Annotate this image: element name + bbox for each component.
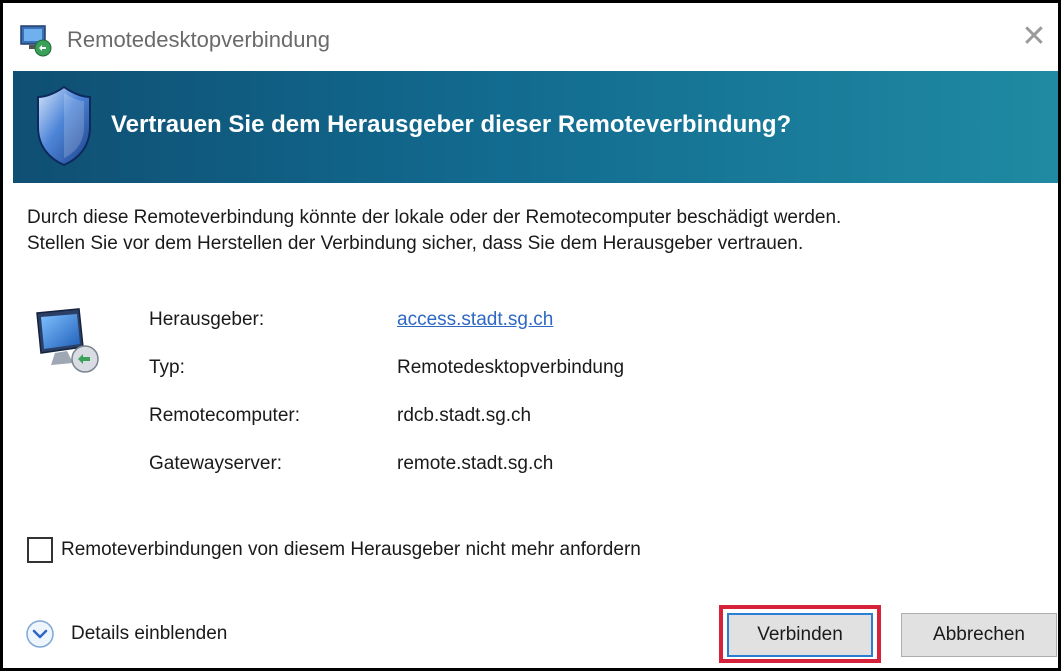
remote-computer-label: Remotecomputer: xyxy=(149,405,301,426)
dont-ask-again-label[interactable]: Remoteverbindungen von diesem Herausgebe… xyxy=(61,539,641,561)
close-button[interactable]: ✕ xyxy=(1014,17,1054,57)
type-value: Remotedesktopverbindung xyxy=(397,357,625,378)
details-label[interactable]: Details einblenden xyxy=(71,623,227,645)
warning-line-2: Stellen Sie vor dem Herstellen der Verbi… xyxy=(27,233,804,254)
publisher-label: Herausgeber: xyxy=(149,309,265,330)
cancel-button[interactable]: Abbrechen xyxy=(901,613,1057,657)
warning-line-1: Durch diese Remoteverbindung könnte der … xyxy=(27,207,842,228)
details-toggle[interactable]: Details einblenden xyxy=(25,619,227,649)
chevron-down-icon[interactable] xyxy=(25,619,55,649)
gateway-value: remote.stadt.sg.ch xyxy=(397,453,554,474)
publisher-link[interactable]: access.stadt.sg.ch xyxy=(397,309,553,331)
dont-ask-again-checkbox[interactable] xyxy=(27,537,53,563)
trust-banner: Vertrauen Sie dem Herausgeber dieser Rem… xyxy=(13,71,1058,183)
shield-icon xyxy=(37,85,91,167)
warning-text: Durch diese Remoteverbindung könnte der … xyxy=(27,205,1037,257)
remote-desktop-icon xyxy=(20,25,52,57)
connect-button[interactable]: Verbinden xyxy=(727,613,873,657)
close-icon: ✕ xyxy=(1021,20,1047,53)
monitor-icon xyxy=(36,308,99,373)
type-label: Typ: xyxy=(149,357,185,378)
title-bar: Remotedesktopverbindung ✕ xyxy=(3,3,1058,71)
banner-question: Vertrauen Sie dem Herausgeber dieser Rem… xyxy=(111,111,792,138)
gateway-label: Gatewayserver: xyxy=(149,453,283,474)
window-title: Remotedesktopverbindung xyxy=(67,27,330,52)
dont-ask-again-row[interactable]: Remoteverbindungen von diesem Herausgebe… xyxy=(27,537,641,563)
remote-computer-value: rdcb.stadt.sg.ch xyxy=(397,405,532,426)
dialog-window: Remotedesktopverbindung ✕ Vertrauen Sie … xyxy=(0,0,1061,671)
